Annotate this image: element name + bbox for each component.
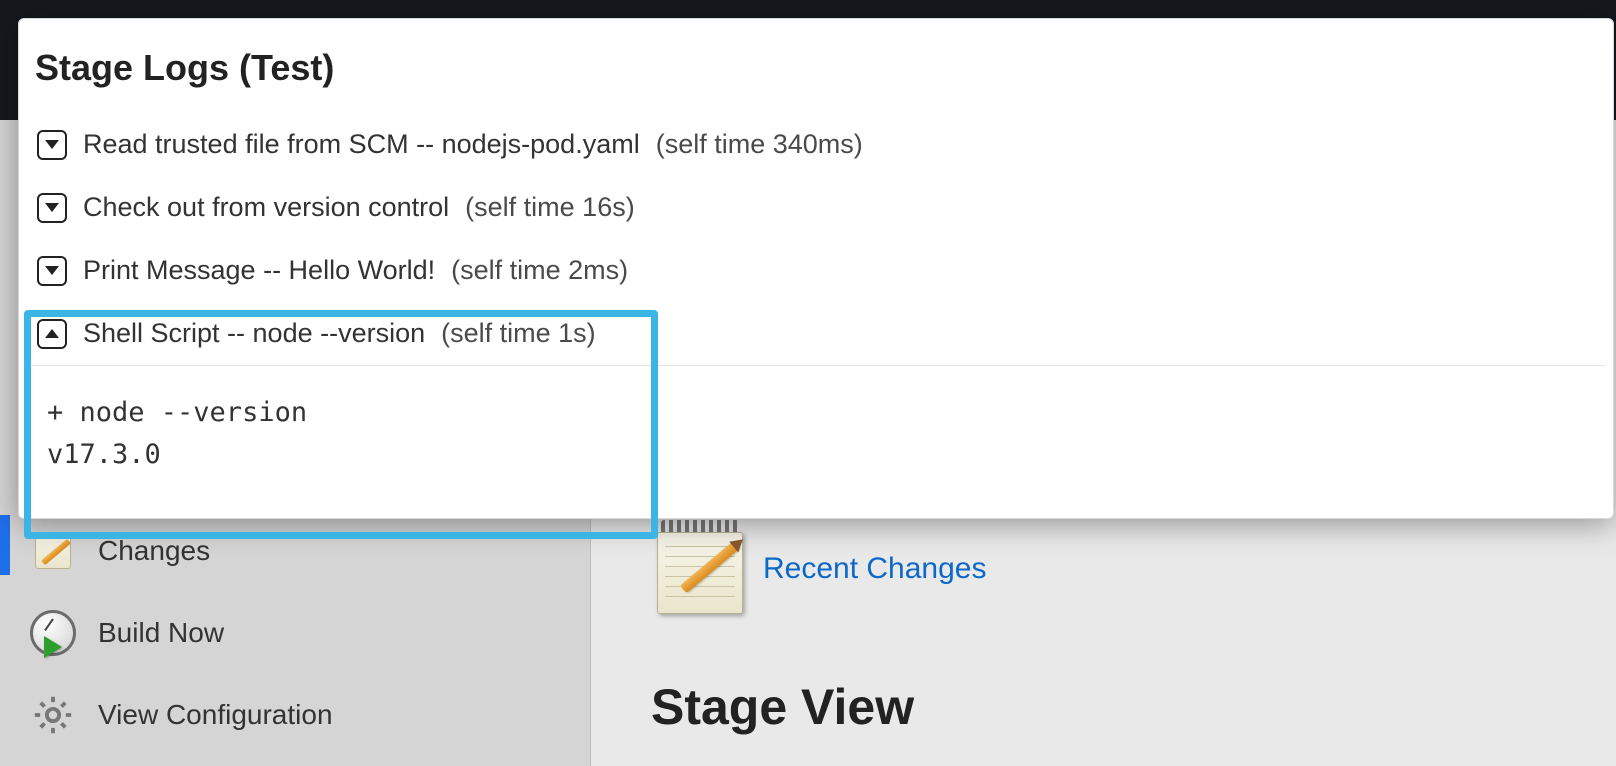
sidebar-item-view-configuration[interactable]: View Configuration bbox=[20, 674, 570, 756]
recent-changes-row: Recent Changes bbox=[651, 520, 1616, 618]
log-step-read-trusted-file[interactable]: Read trusted file from SCM -- nodejs-pod… bbox=[27, 113, 1605, 176]
gear-icon bbox=[30, 692, 76, 738]
log-step-title: Shell Script -- node --version bbox=[83, 318, 425, 349]
notepad-large-icon bbox=[651, 520, 749, 618]
sidebar-item-label: View Configuration bbox=[98, 699, 333, 731]
log-step-self-time: (self time 1s) bbox=[441, 318, 596, 349]
log-step-title: Check out from version control bbox=[83, 192, 449, 223]
chevron-down-icon bbox=[37, 193, 67, 223]
log-step-shell-script[interactable]: Shell Script -- node --version (self tim… bbox=[27, 302, 1605, 365]
modal-title: Stage Logs (Test) bbox=[27, 43, 1605, 113]
sidebar-item-build-now[interactable]: Build Now bbox=[20, 592, 570, 674]
chevron-down-icon bbox=[37, 130, 67, 160]
recent-changes-link[interactable]: Recent Changes bbox=[763, 552, 986, 586]
log-step-title: Read trusted file from SCM -- nodejs-pod… bbox=[83, 129, 640, 160]
log-step-self-time: (self time 2ms) bbox=[451, 255, 628, 286]
log-step-print-message[interactable]: Print Message -- Hello World! (self time… bbox=[27, 239, 1605, 302]
sidebar-active-indicator bbox=[0, 515, 10, 575]
sidebar-item-label: Build Now bbox=[98, 617, 224, 649]
chevron-up-icon bbox=[37, 319, 67, 349]
stage-logs-modal: Stage Logs (Test) Read trusted file from… bbox=[18, 18, 1614, 519]
notepad-icon bbox=[30, 528, 76, 574]
log-output: + node --version v17.3.0 bbox=[27, 366, 1605, 510]
clock-play-icon bbox=[30, 610, 76, 656]
log-step-checkout[interactable]: Check out from version control (self tim… bbox=[27, 176, 1605, 239]
stage-view-heading: Stage View bbox=[651, 678, 1616, 736]
log-step-title: Print Message -- Hello World! bbox=[83, 255, 435, 286]
sidebar-item-label: Changes bbox=[98, 535, 210, 567]
log-step-self-time: (self time 16s) bbox=[465, 192, 635, 223]
sidebar-item-changes[interactable]: Changes bbox=[20, 510, 570, 592]
log-step-self-time: (self time 340ms) bbox=[656, 129, 863, 160]
chevron-down-icon bbox=[37, 256, 67, 286]
